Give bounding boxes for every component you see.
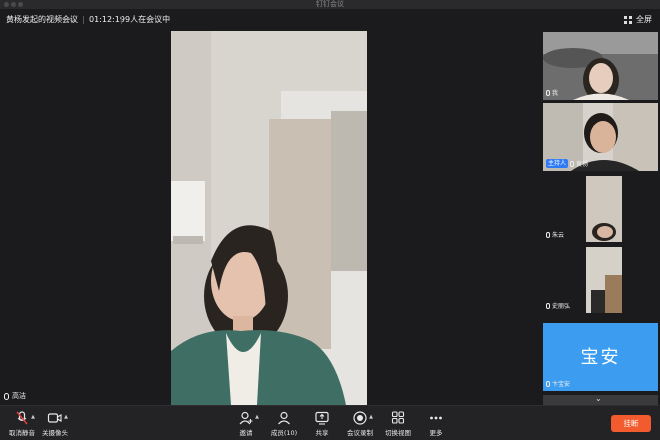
mic-icon	[546, 380, 550, 387]
meeting-title[interactable]: 黄杨发起的视频会议	[6, 14, 78, 26]
participant-name: 卞宝安	[552, 381, 571, 388]
participant-sidebar: 我 主持人 黄杨 朱云 史丽弘 宝安 卞宝安 ⌄	[540, 31, 660, 405]
caret-up-icon[interactable]: ▲	[369, 414, 373, 420]
camera-button[interactable]: ▲ 关摄像头	[33, 410, 77, 437]
participant-label: 朱云	[546, 230, 564, 239]
participant-name: 史丽弘	[552, 303, 571, 310]
mic-icon	[4, 392, 9, 400]
elapsed-time: 01:12:19	[89, 15, 125, 24]
header-divider	[121, 16, 122, 24]
more-button[interactable]: 更多	[414, 410, 458, 437]
record-icon: ▲	[352, 410, 373, 425]
members-icon	[276, 410, 292, 425]
participant-name: 我	[552, 90, 559, 97]
camera-icon: ▲	[47, 410, 68, 424]
grid-view-icon	[390, 410, 406, 424]
meeting-toolbar: ▲ 取消静音 ▲ 关摄像头 ▲ 邀请 成员(10) 共享 ▲ 会议录制 切换视图…	[0, 405, 660, 440]
leave-button[interactable]: 挂断	[611, 415, 651, 432]
participant-name: 黄杨	[576, 161, 589, 168]
participant-label: 卞宝安	[546, 379, 570, 388]
mic-muted-icon: ▲	[14, 410, 35, 425]
mic-icon	[546, 89, 550, 96]
more-label: 更多	[429, 429, 443, 437]
speaker-video-frame	[171, 31, 367, 405]
more-icon	[428, 410, 444, 424]
chevron-down-icon: ⌄	[595, 394, 602, 403]
participant-label: 史丽弘	[546, 301, 570, 310]
speaker-name: 高洁	[12, 392, 26, 400]
grid-view-icon[interactable]	[624, 16, 632, 24]
camera-label: 关摄像头	[42, 429, 68, 437]
chevron-down-icon[interactable]: ⌵	[69, 14, 75, 26]
caret-up-icon[interactable]: ▲	[64, 414, 68, 420]
header-divider	[83, 16, 84, 24]
mic-icon	[546, 302, 550, 309]
participant-video	[543, 32, 658, 100]
fullscreen-button[interactable]: 全屏	[636, 14, 652, 26]
participant-tile[interactable]: 宝安 卞宝安	[543, 323, 658, 391]
participant-label: 我	[546, 88, 558, 97]
invite-icon: ▲	[238, 410, 259, 425]
window-title: 钉钉会议	[316, 0, 344, 8]
participant-tile[interactable]: 我	[543, 32, 658, 100]
caret-up-icon[interactable]: ▲	[255, 414, 259, 420]
participant-count: 9人在会议中	[125, 15, 171, 24]
meeting-header: 黄杨发起的视频会议 ⌵ 01:12:19 9人在会议中 全屏	[0, 9, 660, 31]
participant-tile[interactable]: 史丽弘	[543, 245, 658, 313]
share-icon	[314, 410, 330, 425]
main-stage: 高洁	[0, 31, 540, 405]
participant-avatar-text: 宝安	[580, 347, 621, 368]
host-badge: 主持人	[546, 159, 569, 168]
mic-icon	[546, 231, 550, 238]
window-titlebar: 钉钉会议	[0, 0, 660, 9]
participant-label: 主持人 黄杨	[546, 159, 588, 168]
mic-icon	[570, 160, 575, 167]
speaker-video[interactable]	[171, 31, 367, 405]
sidebar-scroll-down[interactable]: ⌄	[543, 394, 658, 405]
participant-name: 朱云	[552, 232, 565, 239]
participant-tile[interactable]: 朱云	[543, 174, 658, 242]
participant-tile[interactable]: 主持人 黄杨	[543, 103, 658, 171]
speaker-name-tag: 高洁	[4, 391, 26, 401]
